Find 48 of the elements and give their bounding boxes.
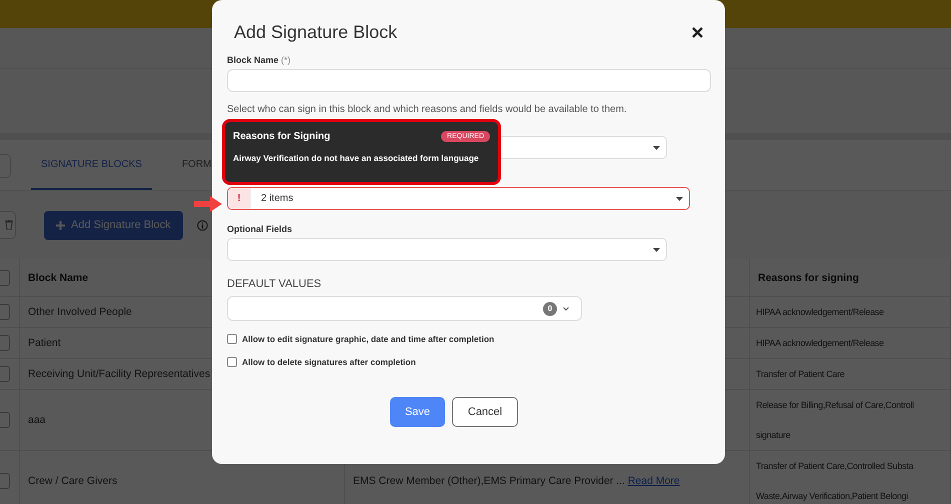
delete-button[interactable] <box>0 211 16 239</box>
info-icon[interactable] <box>196 220 208 230</box>
trash-icon <box>5 220 13 230</box>
table-cell-text: signature <box>756 429 792 441</box>
count-badge: 0 <box>543 302 557 316</box>
field-label: Optional Fields <box>227 224 294 234</box>
row-checkbox[interactable] <box>0 473 10 489</box>
read-more-link[interactable]: Read More <box>628 475 680 487</box>
table-cell-text: HIPAA acknowledgement/Release <box>756 337 885 349</box>
column-header: Reasons for signing <box>750 259 951 297</box>
arrow-icon <box>194 196 222 212</box>
table-cell-text: EMS Crew Member (Other),EMS Primary Care Provider ... Read More <box>353 475 681 487</box>
checkbox[interactable] <box>227 334 237 344</box>
reasons-select[interactable]: ! 2 items <box>227 187 690 210</box>
checkbox[interactable] <box>227 357 237 367</box>
close-button[interactable] <box>692 27 703 38</box>
table-cell-text: Release for Billing,Refusal of Care,Controll <box>756 399 915 411</box>
tab[interactable]: SIGNATURE BLOCKS <box>31 140 152 190</box>
row-checkbox[interactable] <box>0 366 10 382</box>
row-checkbox[interactable] <box>0 304 10 320</box>
required-mark: (*) <box>281 55 291 65</box>
row-checkbox[interactable] <box>0 412 10 428</box>
tooltip-title: Reasons for Signing <box>233 131 330 142</box>
caret-icon <box>676 196 683 200</box>
optional-fields-select[interactable] <box>227 238 667 261</box>
table-cell-text: Transfer of Patient Care <box>756 368 846 380</box>
error-mark: ! <box>228 188 251 209</box>
tooltip-message: Airway Verification do not have an associated form language <box>233 153 480 163</box>
table-cell-text: Waste,Airway Verification,Patient Belongi <box>756 490 909 502</box>
plus-icon <box>56 220 65 230</box>
select-all-checkbox[interactable] <box>0 270 10 286</box>
save-button[interactable]: Save <box>390 397 445 427</box>
table-cell-text: Transfer of Patient Care,Controlled Substa <box>756 460 914 472</box>
select-value: 2 items <box>260 193 294 204</box>
dialog-title: Add Signature Block <box>234 22 398 43</box>
default-values-field[interactable]: 0 <box>227 296 582 321</box>
chevron-icon <box>563 306 569 310</box>
close-icon <box>692 27 703 38</box>
section-label: DEFAULT VALUES <box>227 278 322 290</box>
table-cell-text: HIPAA acknowledgement/Release <box>756 306 885 318</box>
caret-icon <box>653 248 660 252</box>
caret-icon <box>653 146 660 150</box>
row-checkbox[interactable] <box>0 335 10 351</box>
field-label: Block Name <box>227 55 279 65</box>
block-name-field[interactable] <box>227 69 711 92</box>
description-text: Select who can sign in this block and which reasons and fields would be available to them. <box>227 104 628 115</box>
add-signature-block-button[interactable]: Add Signature Block <box>44 210 183 240</box>
cancel-button[interactable]: Cancel <box>452 397 518 427</box>
